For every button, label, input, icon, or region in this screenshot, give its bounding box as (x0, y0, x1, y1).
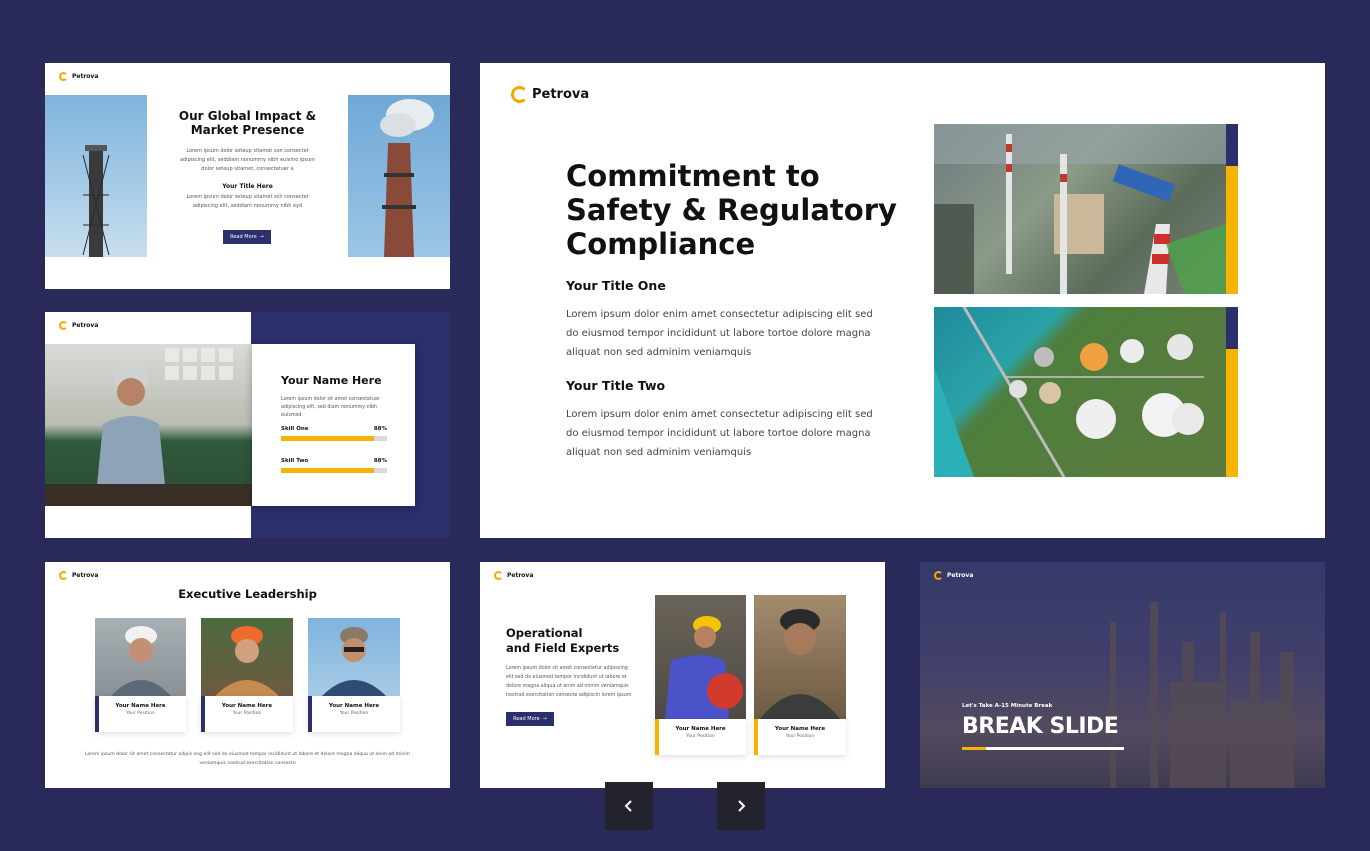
leader-name: Your Name Here (115, 703, 166, 709)
expert-position: Your Position (686, 734, 715, 739)
logo-icon (59, 72, 68, 81)
previous-button[interactable] (605, 782, 653, 830)
smokestack-drawing (380, 99, 434, 257)
logo-icon (59, 571, 68, 580)
slide3-title: Executive Leadership (178, 587, 317, 601)
break-underline (962, 747, 1124, 750)
skill-label: Skill One (281, 426, 309, 432)
logo-text: Petrova (947, 572, 974, 579)
accent-bar-yellow-2 (1226, 349, 1238, 477)
profile-name: Your Name Here (281, 374, 382, 387)
leader-name: Your Name Here (221, 703, 273, 709)
slide1-title: Our Global Impact & Market Presence (178, 109, 317, 137)
leader-position: Your Position (126, 711, 155, 716)
section-one-title: Your Title One (566, 278, 666, 293)
section-one-text: Lorem ipsum dolor enim amet consectetur … (566, 309, 873, 358)
leader-card: Your Name Here Your Position (201, 696, 293, 732)
skill-value: 88% (373, 458, 387, 464)
arrow-right-icon: → (259, 234, 264, 240)
leader-name: Your Name Here (328, 703, 380, 709)
skill-row-2: Skill Two 88% (281, 458, 387, 473)
skill-bar-track (281, 436, 387, 441)
section-two-title: Your Title Two (566, 378, 666, 393)
leader-photo-1 (95, 618, 186, 696)
worker-photo (45, 344, 252, 506)
expert-card: Your Name Here Your Position (754, 719, 846, 755)
slide-thumbnail-break-slide[interactable]: Petrova Let's Take A-15 Minute Break BRE… (920, 562, 1325, 788)
skill-value: 88% (373, 426, 387, 432)
chimney-photo-right (348, 95, 450, 257)
storage-tanks-drawing (934, 307, 1204, 477)
logo-icon (59, 321, 68, 330)
leader-photo-2 (201, 618, 293, 696)
refinery-drawing (920, 562, 1325, 788)
main-slide-safety-compliance: Petrova Commitment to Safety & Regulator… (480, 63, 1325, 538)
factory-aerial-drawing (934, 124, 1226, 294)
logo-icon (934, 571, 943, 580)
profile-card: Your Name Here Lorem ipsum dolor sit ame… (252, 344, 415, 506)
chevron-left-icon (624, 800, 632, 812)
skill-bar-fill (281, 468, 375, 473)
chimney-photo-left (45, 95, 147, 257)
leader-position: Your Position (232, 711, 262, 716)
tower-drawing (82, 145, 110, 257)
expert-card: Your Name Here Your Position (655, 719, 746, 755)
section-two-text: Lorem ipsum dolor enim amet consectetur … (566, 409, 873, 458)
main-title: Commitment to Safety & Regulatory Compli… (566, 159, 897, 261)
worker-drawing (45, 348, 252, 506)
chevron-right-icon (738, 800, 746, 812)
leader-card: Your Name Here Your Position (308, 696, 400, 732)
expert-photo-1 (655, 595, 746, 719)
slide3-footer-text: Lorem ipsum dolor sit amet consectetur a… (84, 752, 411, 766)
expert-photo-2 (754, 595, 846, 719)
skill-label: Skill Two (281, 458, 309, 464)
next-button[interactable] (717, 782, 765, 830)
arrow-right-icon: → (542, 716, 547, 722)
petrova-logo: Petrova (59, 321, 98, 330)
aerial-plant-photo-1 (934, 124, 1226, 294)
petrova-logo: Petrova (59, 571, 98, 580)
skill-bar-fill (281, 436, 375, 441)
petrova-logo: Petrova (59, 72, 98, 81)
slide1-subtitle: Your Title Here (222, 183, 273, 190)
slide4-title: Operational and Field Experts (506, 626, 620, 655)
aerial-plant-photo-2 (934, 307, 1226, 477)
logo-icon (494, 571, 503, 580)
slide4-paragraph: Lorem ipsum dolor sit amet consectetur a… (506, 666, 632, 698)
slide-thumbnail-team-member[interactable]: Petrova Your Name Here Lorem ipsum dolor… (45, 312, 450, 538)
skill-bar-track (281, 468, 387, 473)
skill-row-1: Skill One 88% (281, 426, 387, 441)
slide-thumbnail-field-experts[interactable]: Petrova Operational and Field Experts Lor… (480, 562, 885, 788)
expert-name: Your Name Here (675, 726, 726, 732)
accent-bar-navy-1 (1226, 124, 1238, 166)
accent-bar-navy-2 (1226, 307, 1238, 349)
logo-icon (511, 86, 528, 103)
petrova-logo: Petrova (511, 86, 589, 103)
slide1-paragraph: Lorem ipsum dolor seteup sitamet son con… (179, 148, 316, 172)
slide-thumbnail-executive-leadership[interactable]: Petrova Executive Leadership Your Name H… (45, 562, 450, 788)
read-more-button[interactable]: Read More → (506, 712, 554, 726)
slide-thumbnail-global-impact[interactable]: Petrova Our Global Impact & Market Presen… (45, 63, 450, 289)
logo-text: Petrova (507, 572, 534, 579)
slide1-paragraph-2: Lorem ipsum dolor seteup sitamet sch con… (186, 194, 309, 209)
accent-bar-yellow-1 (1226, 166, 1238, 294)
leader-photo-3 (308, 618, 400, 696)
expert-position: Your Position (785, 734, 815, 739)
petrova-logo: Petrova (934, 571, 973, 580)
logo-text: Petrova (72, 572, 99, 579)
leader-position: Your Position (339, 711, 369, 716)
logo-text: Petrova (532, 87, 590, 102)
break-kicker: Let's Take A-15 Minute Break (962, 703, 1053, 709)
logo-text: Petrova (72, 73, 99, 80)
logo-text: Petrova (72, 322, 99, 329)
petrova-logo: Petrova (494, 571, 533, 580)
expert-name: Your Name Here (774, 726, 826, 732)
leader-card: Your Name Here Your Position (95, 696, 186, 732)
profile-paragraph: Lorem ipsum dolor sit amet consectetuer … (281, 397, 380, 418)
break-title: BREAK SLIDE (962, 714, 1119, 739)
read-more-button[interactable]: Read More → (223, 230, 271, 244)
